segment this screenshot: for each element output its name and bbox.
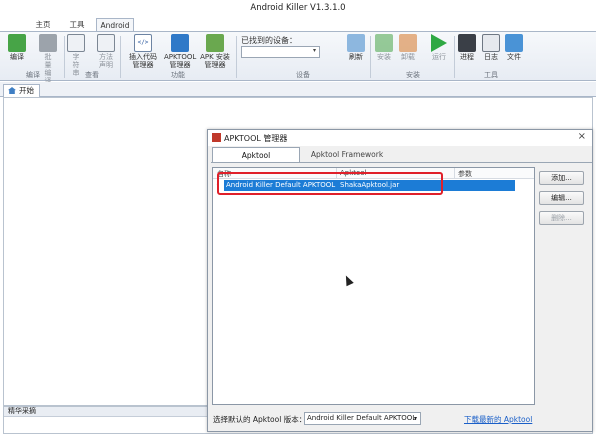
play-icon (431, 34, 447, 52)
device-select[interactable]: ▾ (241, 46, 320, 58)
group-label-compile: 编译 (26, 71, 40, 79)
run-button[interactable]: 运行 (428, 34, 450, 61)
apktool-manager-dialog: APKTOOL 管理器 × Apktool Apktool Framework … (207, 129, 593, 432)
ribbon: 编译 批量编译 编译 字符串 方法声明 查看 </> 插入代码管理器 APKTO… (0, 31, 596, 85)
delete-button[interactable]: 删除... (539, 211, 584, 225)
run-label: 运行 (432, 53, 446, 61)
download-apktool-link[interactable]: 下载最新的 Apktool (464, 414, 532, 425)
log-label: 日志 (484, 53, 498, 61)
group-label-tools: 工具 (484, 71, 498, 79)
close-icon[interactable]: × (578, 131, 586, 142)
uninstall-icon (399, 34, 417, 52)
home-icon (8, 87, 16, 94)
tab-divider (211, 162, 592, 163)
ribbon-separator (370, 36, 371, 78)
ribbon-separator (236, 36, 237, 78)
android-icon (206, 34, 224, 52)
group-label-function: 功能 (171, 71, 185, 79)
tab-start[interactable]: 开始 (3, 84, 40, 97)
group-label-device: 设备 (296, 71, 310, 79)
compile-icon (8, 34, 26, 52)
tab-start-label: 开始 (19, 86, 34, 95)
document-tab-strip: 开始 (0, 82, 596, 97)
dialog-title: APKTOOL 管理器 (224, 134, 288, 143)
add-button[interactable]: 添加... (539, 171, 584, 185)
method-label: 方法声明 (99, 53, 113, 69)
column-params: 参数 (458, 170, 472, 178)
process-button[interactable]: 进程 (456, 34, 478, 61)
apktool-list[interactable]: 名称 Apktool 参数 • Android Killer Default A… (212, 167, 535, 405)
chevron-down-icon: ▾ (312, 47, 316, 54)
uninstall-label: 卸载 (401, 53, 415, 61)
apk-install-manager-label: APK 安装管理器 (200, 53, 230, 69)
app-icon (212, 133, 221, 142)
tab-apktool-framework[interactable]: Apktool Framework (302, 147, 392, 163)
default-version-label: 选择默认的 Apktool 版本： (213, 415, 307, 424)
method-icon (97, 34, 115, 52)
group-label-install: 安装 (406, 71, 420, 79)
monitor-icon (458, 34, 476, 52)
default-version-select[interactable]: Android Killer Default APKTOOL ▾ (304, 412, 421, 425)
annotation-highlight-box (217, 172, 443, 195)
install-label: 安装 (377, 53, 391, 61)
group-label-view: 查看 (85, 71, 99, 79)
log-button[interactable]: 日志 (480, 34, 502, 61)
title-bar: Android Killer V1.3.1.0 (0, 0, 596, 17)
ribbon-tab-strip: 主页 工具 Android (0, 17, 596, 32)
batch-compile-label: 批量编译 (44, 53, 52, 85)
apk-install-manager-button[interactable]: APK 安装管理器 (198, 34, 232, 69)
tab-apktool[interactable]: Apktool (212, 147, 300, 163)
log-icon (482, 34, 500, 52)
compile-label: 编译 (10, 53, 24, 61)
uninstall-button[interactable]: 卸载 (398, 34, 418, 61)
tab-tools[interactable]: 工具 (64, 18, 90, 32)
insert-code-manager-button[interactable]: </> 插入代码管理器 (124, 34, 162, 69)
app-title: Android Killer V1.3.1.0 (250, 3, 346, 13)
dialog-title-bar: APKTOOL 管理器 × (208, 130, 592, 146)
insert-code-label: 插入代码管理器 (129, 53, 157, 69)
process-label: 进程 (460, 53, 474, 61)
found-devices-label: 已找到的设备： (241, 36, 297, 45)
file-button[interactable]: 文件 (503, 34, 525, 61)
refresh-icon (347, 34, 365, 52)
install-icon (375, 34, 393, 52)
strings-icon (67, 34, 85, 52)
ribbon-separator (120, 36, 121, 78)
apktool-manager-label: APKTOOL管理器 (164, 53, 197, 69)
file-label: 文件 (507, 53, 521, 61)
install-button[interactable]: 安装 (374, 34, 394, 61)
tab-home[interactable]: 主页 (30, 18, 56, 32)
chevron-down-icon: ▾ (413, 415, 417, 422)
tab-android[interactable]: Android (96, 18, 134, 32)
edit-button[interactable]: 编辑... (539, 191, 584, 205)
refresh-label: 刷新 (349, 53, 363, 61)
ribbon-separator (454, 36, 455, 78)
file-icon (505, 34, 523, 52)
apktool-manager-button[interactable]: APKTOOL管理器 (163, 34, 197, 69)
refresh-button[interactable]: 刷新 (345, 34, 367, 61)
batch-compile-icon (39, 34, 57, 52)
apktool-icon (171, 34, 189, 52)
default-version-value: Android Killer Default APKTOOL (307, 414, 417, 422)
code-icon: </> (134, 34, 152, 52)
method-declaration-button[interactable]: 方法声明 (94, 34, 118, 69)
column-divider (454, 168, 455, 179)
compile-button[interactable]: 编译 (6, 34, 28, 61)
